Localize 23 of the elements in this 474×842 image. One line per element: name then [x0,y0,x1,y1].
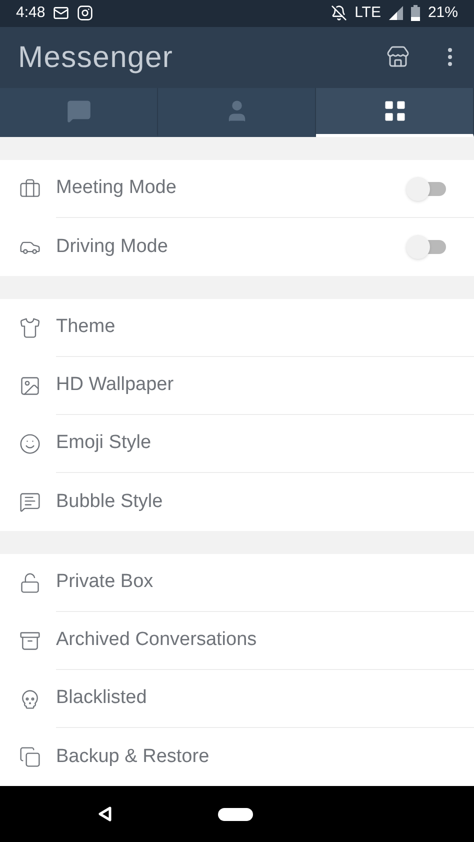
mail-icon [53,5,70,22]
signal-icon [388,6,403,20]
smiley-icon [19,433,41,455]
speech-bubble-icon [19,491,41,513]
archive-box-icon [19,630,41,652]
padlock-icon [19,572,41,594]
clock-time: 4:48 [16,3,46,24]
network-type: LTE [354,3,381,24]
briefcase-icon [19,178,41,200]
ad-store-icon[interactable] [386,45,410,70]
chat-icon [66,98,92,124]
tab[interactable] [316,88,474,137]
back-icon[interactable] [98,806,112,822]
shirt-icon [19,317,41,339]
stacked-squares-icon [19,746,41,768]
skull-icon [19,688,41,710]
camera-icon [77,5,94,22]
bell-off-icon [330,5,347,22]
app-title: Messenger [18,40,174,76]
home-button[interactable] [218,808,253,820]
battery-icon [410,5,420,22]
image-icon [19,375,41,397]
battery-percent: 21% [428,3,458,24]
